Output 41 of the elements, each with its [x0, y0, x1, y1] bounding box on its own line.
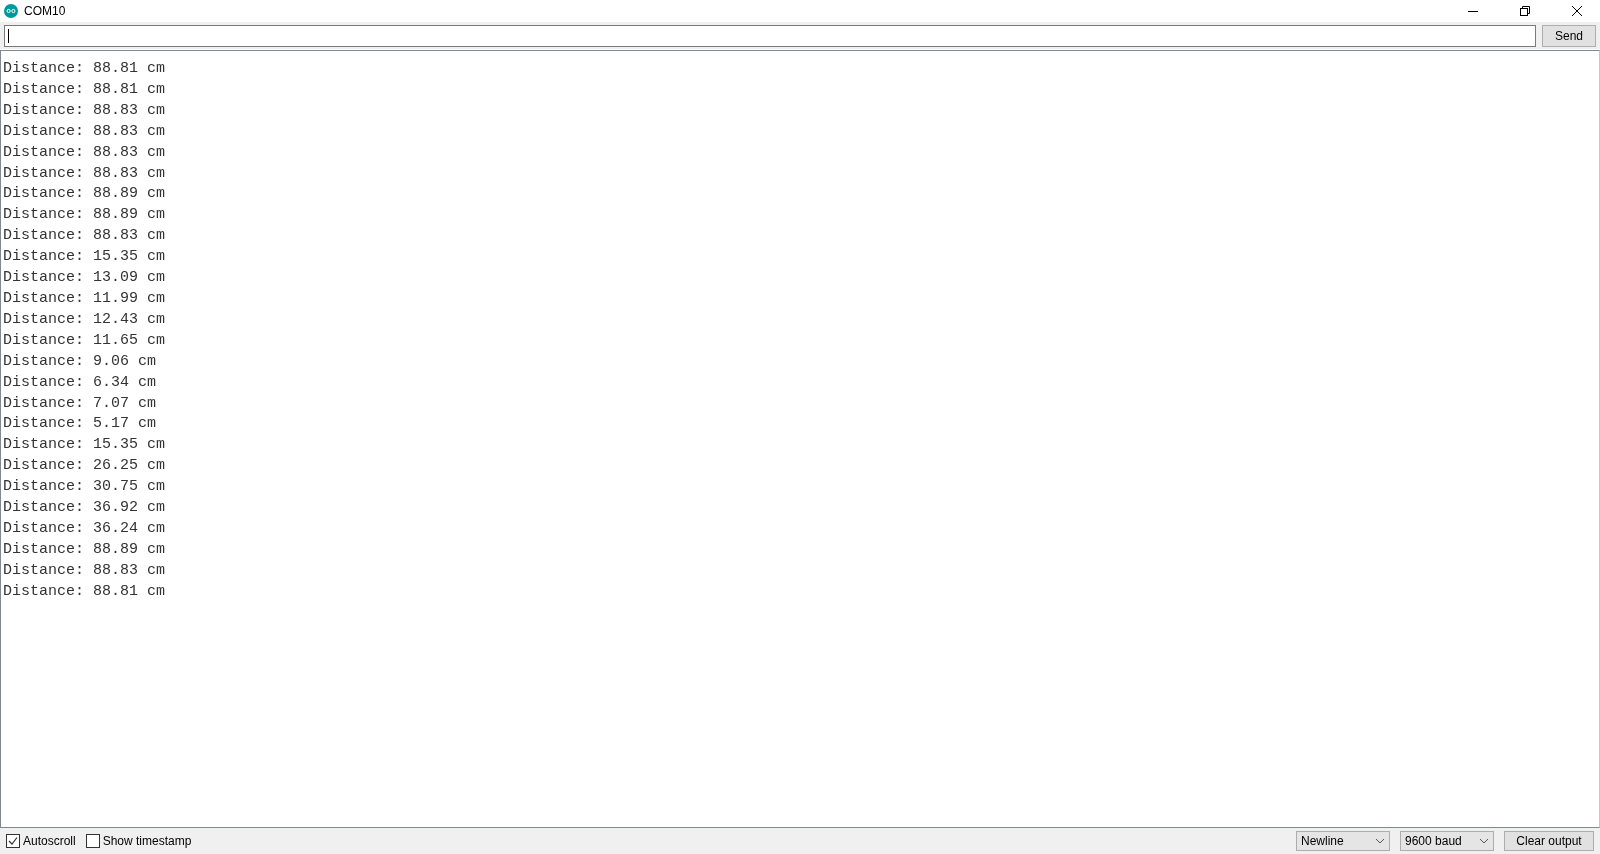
output-line: Distance: 36.24 cm [3, 518, 166, 539]
output-line: Distance: 30.75 cm [3, 477, 166, 498]
window-title: COM10 [24, 4, 67, 18]
app-logo-icon [4, 4, 18, 18]
output-line: Distance: 11.65 cm [3, 330, 166, 351]
output-line: Distance: 88.81 cm [3, 59, 166, 79]
checkbox-label: Show timestamp [102, 834, 192, 848]
output-line: Distance: 88.81 cm [3, 581, 166, 602]
checkbox[interactable] [6, 834, 20, 848]
send-button[interactable]: Send [1542, 25, 1596, 47]
output-line: Distance: 15.35 cm [3, 247, 166, 268]
output-line: Distance: 88.89 cm [3, 184, 166, 205]
chevron-down-icon [1479, 838, 1489, 844]
checkbox-label: Autoscroll [23, 834, 76, 848]
clear-output-button[interactable]: Clear output [1504, 831, 1594, 851]
output-line: Distance: 11.99 cm [3, 288, 166, 309]
output-line: Distance: 15.35 cm [3, 435, 166, 456]
output-line: Distance: 7.07 cm [3, 393, 157, 414]
output-line: Distance: 88.83 cm [3, 560, 166, 581]
output-line: Distance: 88.83 cm [3, 142, 166, 163]
output-line: Distance: 88.83 cm [3, 226, 166, 247]
output-line: Distance: 26.25 cm [3, 456, 166, 477]
output-line: Distance: 88.83 cm [3, 121, 166, 142]
output-line: Distance: 88.89 cm [3, 539, 166, 560]
message-input-field[interactable] [4, 25, 1536, 47]
output-line: Distance: 13.09 cm [3, 268, 166, 289]
line-ending-dropdown[interactable]: Newline [1296, 831, 1390, 851]
output-line: Distance: 9.06 cm [3, 351, 157, 372]
baud-rate-dropdown[interactable]: 9600 baud [1400, 831, 1494, 851]
restore-icon [1520, 6, 1530, 16]
output-line: Distance: 88.83 cm [3, 163, 166, 184]
output-line: Distance: 6.34 cm [3, 372, 157, 393]
output-line: Distance: 88.83 cm [3, 100, 166, 121]
output-line: Distance: 5.17 cm [3, 414, 157, 435]
output-line: Distance: 88.89 cm [3, 205, 166, 226]
output-line: Distance: 36.92 cm [3, 498, 166, 519]
output-line: Distance: 12.43 cm [3, 309, 166, 330]
chevron-down-icon [1375, 838, 1385, 844]
close-icon [1572, 6, 1582, 16]
checkbox[interactable] [85, 834, 100, 848]
output-line: Distance: 88.81 cm [3, 79, 166, 100]
